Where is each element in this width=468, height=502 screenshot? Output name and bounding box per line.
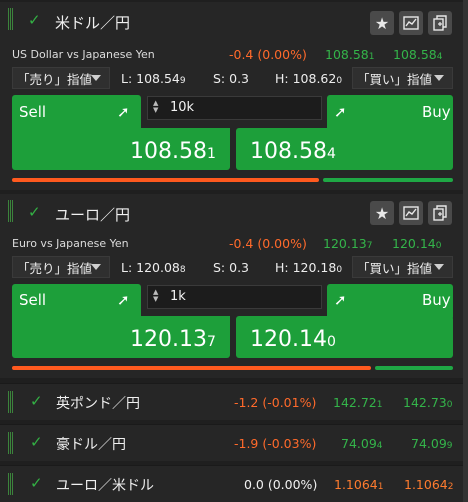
sell-button[interactable]: 120.137 <box>12 316 230 358</box>
daily-high: H: 120.180 <box>275 260 343 275</box>
buy-sentiment-bar <box>323 178 453 182</box>
up-right-arrow-icon: ➚ <box>117 103 130 121</box>
checkmark-icon[interactable]: ✓ <box>28 11 41 29</box>
bid-price-small: 108.581 <box>325 47 375 62</box>
instrument-subtitle: US Dollar vs Japanese Yen <box>12 48 155 61</box>
chart-icon <box>403 206 419 220</box>
chart-button[interactable] <box>399 11 423 35</box>
daily-change: -1.9 (-0.03%) <box>234 436 317 451</box>
sell-order-type-select[interactable]: 「売り」指値 <box>12 67 110 89</box>
daily-change: 0.0 (0.00%) <box>244 477 318 492</box>
instrument-subtitle: Euro vs Japanese Yen <box>12 237 129 250</box>
instrument-title: ユーロ／円 <box>55 206 131 224</box>
up-right-arrow-icon: ➚ <box>334 291 347 309</box>
daily-change: -1.2 (-0.01%) <box>234 395 317 410</box>
detach-button[interactable] <box>428 201 452 225</box>
buy-sentiment-bar <box>375 366 453 370</box>
spread: S: 0.3 <box>213 260 249 275</box>
sell-sentiment-bar <box>12 178 319 182</box>
checkmark-icon[interactable]: ✓ <box>28 203 41 221</box>
instrument-title: 英ポンド／円 <box>56 396 140 412</box>
star-icon: ★ <box>374 203 390 223</box>
drag-handle[interactable] <box>8 473 14 495</box>
checkmark-icon[interactable]: ✓ <box>30 474 43 492</box>
drag-handle[interactable] <box>8 8 14 30</box>
quantity-input[interactable]: ▲ ▼ 10k <box>147 96 322 120</box>
quantity-value: 10k <box>170 100 195 115</box>
drag-handle[interactable] <box>8 391 14 413</box>
buy-label: Buy <box>422 291 451 309</box>
spinner-icon[interactable]: ▲ ▼ <box>153 289 158 303</box>
bid-price-small: 120.137 <box>323 236 373 251</box>
instrument-title: 米ドル／円 <box>55 14 131 32</box>
daily-high: H: 108.620 <box>275 71 343 86</box>
drag-handle[interactable] <box>8 432 14 454</box>
daily-change: -0.4 (0.00%) <box>229 236 307 251</box>
ask-price-small: 108.584 <box>393 47 443 62</box>
buy-order-type-select[interactable]: 「買い」指値 <box>352 256 453 278</box>
favorite-star-button[interactable]: ★ <box>370 11 394 35</box>
ask-price: 1.10642 <box>404 477 454 492</box>
bid-price: 1.10641 <box>334 477 384 492</box>
chart-icon <box>403 16 419 30</box>
ask-price-small: 120.140 <box>392 236 442 251</box>
detach-icon <box>433 15 447 31</box>
sell-price: 120.137 <box>130 327 216 352</box>
caret-down-icon <box>434 75 444 81</box>
buy-price: 108.584 <box>250 139 336 164</box>
star-icon: ★ <box>374 13 390 33</box>
list-item-gbpjpy[interactable]: ✓ 英ポンド／円 -1.2 (-0.01%) 142.721 142.730 <box>0 383 468 420</box>
buy-label: Buy <box>422 103 451 121</box>
sell-sentiment-bar <box>12 366 371 370</box>
quantity-input[interactable]: ▲ ▼ 1k <box>147 285 322 309</box>
chart-button[interactable] <box>399 201 423 225</box>
daily-low: L: 108.549 <box>121 71 186 86</box>
favorite-star-button[interactable]: ★ <box>370 201 394 225</box>
checkmark-icon[interactable]: ✓ <box>30 433 43 451</box>
daily-change: -0.4 (0.00%) <box>229 47 307 62</box>
up-right-arrow-icon: ➚ <box>334 103 347 121</box>
daily-low: L: 120.088 <box>121 260 186 275</box>
bid-price: 142.721 <box>333 395 383 410</box>
eurjpy-card: ✓ ユーロ／円 ★ Euro vs Japanese Yen -0.4 (0.0… <box>0 194 468 378</box>
usdjpy-card: ✓ 米ドル／円 ★ US Dollar vs Japanese Yen -0.4… <box>0 2 468 190</box>
bid-price: 74.094 <box>341 436 383 451</box>
detach-icon <box>433 205 447 221</box>
list-item-eurusd[interactable]: ✓ ユーロ／米ドル 0.0 (0.00%) 1.10641 1.10642 <box>0 465 468 502</box>
sell-price: 108.581 <box>130 139 216 164</box>
scrollbar-track[interactable] <box>463 0 468 502</box>
buy-button[interactable]: 108.584 <box>236 128 453 170</box>
sell-button[interactable]: 108.581 <box>12 128 230 170</box>
quantity-value: 1k <box>170 289 186 304</box>
instrument-title: ユーロ／米ドル <box>56 478 154 494</box>
up-right-arrow-icon: ➚ <box>117 291 130 309</box>
ask-price: 74.099 <box>411 436 453 451</box>
ask-price: 142.730 <box>403 395 453 410</box>
detach-button[interactable] <box>428 11 452 35</box>
spinner-icon[interactable]: ▲ ▼ <box>153 100 158 114</box>
drag-handle[interactable] <box>8 200 14 222</box>
sell-order-type-select[interactable]: 「売り」指値 <box>12 256 110 278</box>
caret-down-icon <box>434 264 444 270</box>
sell-label: Sell <box>19 103 47 121</box>
checkmark-icon[interactable]: ✓ <box>30 392 43 410</box>
buy-button[interactable]: 120.140 <box>236 316 453 358</box>
list-item-audjpy[interactable]: ✓ 豪ドル／円 -1.9 (-0.03%) 74.094 74.099 <box>0 424 468 461</box>
instrument-title: 豪ドル／円 <box>56 437 126 453</box>
buy-order-type-select[interactable]: 「買い」指値 <box>352 67 453 89</box>
buy-price: 120.140 <box>250 327 336 352</box>
caret-down-icon <box>91 264 101 270</box>
sell-label: Sell <box>19 291 47 309</box>
caret-down-icon <box>91 75 101 81</box>
spread: S: 0.3 <box>213 71 249 86</box>
